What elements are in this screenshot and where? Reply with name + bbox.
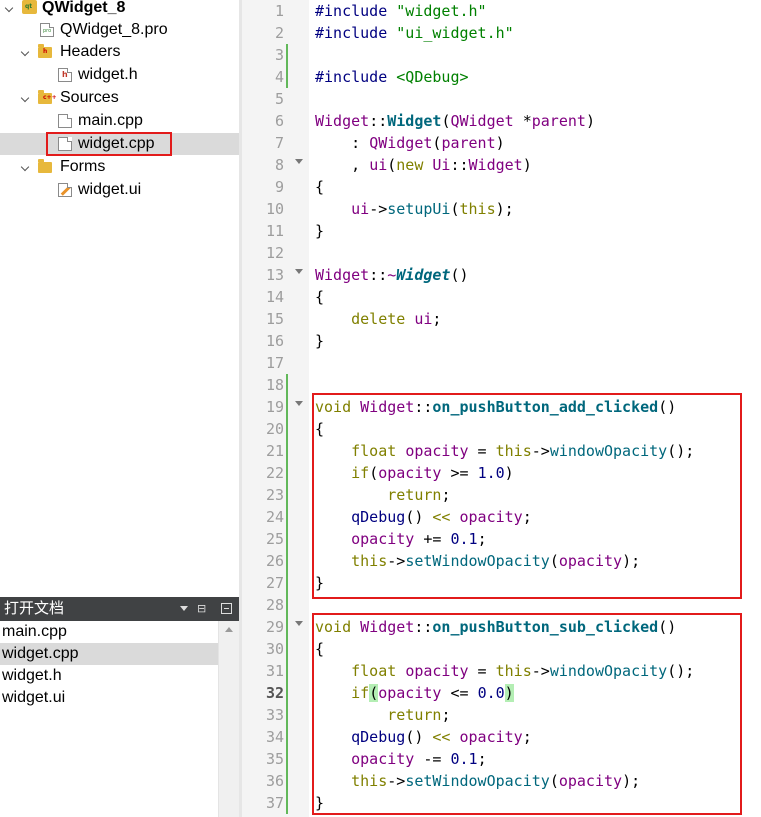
tree-item-label: Sources	[60, 89, 119, 106]
chevron-down-icon[interactable]	[20, 41, 32, 63]
line-number: 17	[265, 354, 284, 372]
line-number: 37	[265, 794, 284, 812]
code-line[interactable]: Widget::~Widget()	[315, 264, 469, 286]
line-number: 25	[265, 530, 284, 548]
line-number-gutter: 1 2 3 4 5 6 7 8 9 10 11 12 13 14 15 16 17 18 19 20 21 22 23 24 2…	[242, 0, 309, 817]
code-line[interactable]: #include "ui_widget.h"	[315, 22, 514, 44]
line-number: 21	[265, 442, 284, 460]
code-line[interactable]: }	[315, 330, 324, 352]
line-number: 2	[274, 24, 284, 42]
code-line[interactable]: }	[315, 220, 324, 242]
line-number: 22	[265, 464, 284, 482]
line-number: 26	[265, 552, 284, 570]
chevron-down-icon[interactable]	[20, 156, 32, 178]
line-number: 12	[265, 244, 284, 262]
code-line[interactable]: delete ui;	[315, 308, 441, 330]
list-item[interactable]: main.cpp	[0, 621, 218, 643]
code-line[interactable]: ui->setupUi(this);	[315, 198, 514, 220]
cpp-file-icon	[58, 114, 72, 128]
sources-folder-icon: c++	[38, 90, 57, 104]
modified-marker	[286, 44, 288, 88]
line-number: 10	[265, 200, 284, 218]
line-number: 1	[274, 2, 284, 20]
line-number: 9	[274, 178, 284, 196]
line-number: 3	[274, 46, 284, 64]
pro-file-icon: pro	[40, 23, 54, 37]
highlight-box	[312, 393, 742, 599]
line-number: 23	[265, 486, 284, 504]
split-icon[interactable]: ⊟	[197, 602, 206, 616]
line-number: 24	[265, 508, 284, 526]
tree-item-label: widget.h	[78, 66, 138, 83]
line-number: 6	[274, 112, 284, 130]
line-number: 32	[265, 684, 284, 702]
headers-folder-icon: h	[38, 44, 52, 58]
tree-item-label: QWidget_8	[42, 0, 126, 16]
line-number: 28	[265, 596, 284, 614]
code-line[interactable]: #include "widget.h"	[315, 0, 487, 22]
list-item[interactable]: widget.ui	[0, 687, 218, 709]
line-number: 14	[265, 288, 284, 306]
line-number: 13	[265, 266, 284, 284]
line-number: 31	[265, 662, 284, 680]
modified-marker	[286, 374, 288, 814]
code-line[interactable]: {	[315, 286, 324, 308]
chevron-down-icon[interactable]	[20, 87, 32, 109]
code-editor[interactable]: 1 2 3 4 5 6 7 8 9 10 11 12 13 14 15 16 17 18 19 20 21 22 23 24 2…	[242, 0, 761, 817]
line-number: 8	[274, 156, 284, 174]
fold-arrow-icon[interactable]	[295, 269, 303, 274]
dropdown-arrow-icon[interactable]	[180, 606, 188, 611]
line-number: 11	[265, 222, 284, 240]
fold-arrow-icon[interactable]	[295, 621, 303, 626]
close-panel-icon[interactable]	[221, 603, 232, 614]
line-number: 15	[265, 310, 284, 328]
line-number: 35	[265, 750, 284, 768]
open-documents-list: main.cpp widget.cpp widget.h widget.ui	[0, 621, 239, 817]
line-number: 7	[274, 134, 284, 152]
tree-item-label: Headers	[60, 43, 121, 60]
line-number: 4	[274, 68, 284, 86]
line-number: 18	[265, 376, 284, 394]
tree-item-label: Forms	[60, 158, 106, 175]
highlight-box	[46, 132, 172, 156]
chevron-down-icon[interactable]	[4, 0, 16, 19]
line-number: 5	[274, 90, 284, 108]
code-line[interactable]: #include <QDebug>	[315, 66, 469, 88]
qt-project-icon: qt	[22, 0, 37, 14]
line-number: 20	[265, 420, 284, 438]
tree-item-label: main.cpp	[78, 112, 143, 129]
line-number: 19	[265, 398, 284, 416]
header-file-icon: h	[58, 68, 72, 82]
line-number: 36	[265, 772, 284, 790]
project-tree: qt QWidget_8 pro QWidget_8.pro h Headers…	[0, 0, 239, 597]
scroll-up-icon[interactable]	[225, 627, 233, 632]
ui-file-icon	[58, 183, 72, 197]
line-number: 27	[265, 574, 284, 592]
line-number: 30	[265, 640, 284, 658]
list-item[interactable]: widget.cpp	[0, 643, 218, 665]
line-number: 34	[265, 728, 284, 746]
tree-item-label: widget.ui	[78, 181, 142, 198]
panel-title: 打开文档	[4, 600, 65, 617]
line-number: 33	[265, 706, 284, 724]
line-number: 29	[265, 618, 284, 636]
open-documents-header: 打开文档 ⊟	[0, 597, 239, 621]
list-item[interactable]: widget.h	[0, 665, 218, 687]
code-line[interactable]: : QWidget(parent)	[315, 132, 505, 154]
code-line[interactable]: {	[315, 176, 324, 198]
fold-arrow-icon[interactable]	[295, 159, 303, 164]
code-line[interactable]: Widget::Widget(QWidget *parent)	[315, 110, 595, 132]
fold-arrow-icon[interactable]	[295, 401, 303, 406]
tree-item-label: QWidget_8.pro	[60, 21, 168, 38]
highlight-box	[312, 613, 742, 815]
scrollbar[interactable]	[218, 621, 239, 817]
line-number: 16	[265, 332, 284, 350]
forms-folder-icon	[38, 159, 52, 173]
code-line[interactable]: , ui(new Ui::Widget)	[315, 154, 532, 176]
